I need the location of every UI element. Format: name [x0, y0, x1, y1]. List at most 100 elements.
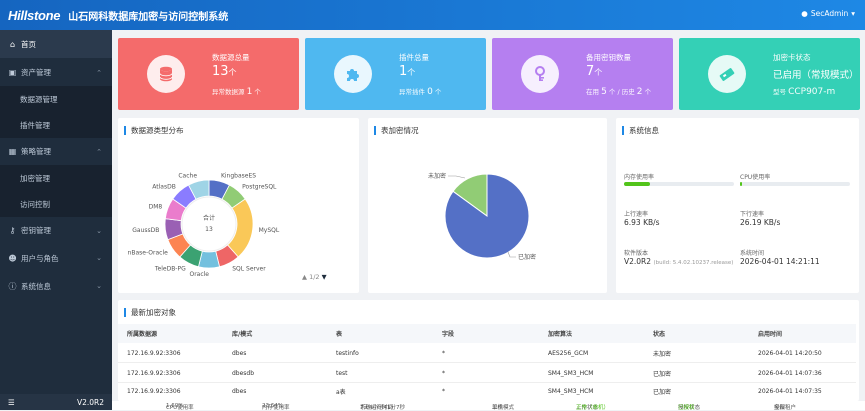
cpu-progress — [740, 182, 850, 186]
sidebar-item-label: 插件管理 — [20, 120, 50, 130]
puzzle-icon — [334, 55, 372, 93]
col-algorithm: 加密算法 — [548, 331, 573, 338]
sys-time-value: 2026-04-01 14:21:11 — [740, 257, 820, 266]
cell: 2026-04-01 14:20:50 — [758, 349, 822, 357]
ring-center-value: 13 — [205, 226, 213, 233]
mem-progress — [624, 182, 734, 186]
table-row[interactable]: 172.16.9.92:3306 dbes a表 * SM4_SM3_HCM 已… — [118, 384, 856, 399]
sidebar-item-keys[interactable]: ⚷ 密钥管理 ⌄ — [0, 217, 112, 244]
col-field: 字段 — [442, 331, 455, 338]
ring-label: nBase-Oracle — [128, 249, 169, 256]
home-icon: ⌂ — [9, 39, 16, 49]
card-value: 7个 — [586, 64, 603, 79]
ring-label: AtlasDB — [152, 184, 176, 191]
sidebar-item-label: 首页 — [21, 39, 36, 49]
up-rate-value: 6.93 KB/s — [624, 218, 660, 227]
user-menu[interactable]: ● SecAdmin ▾ — [801, 9, 855, 18]
encryption-pie-chart: 未加密已加密 — [428, 172, 536, 261]
pager-prev-icon[interactable]: ▲ — [302, 273, 307, 281]
mem-label: 内存使用率 — [624, 174, 655, 181]
ring-label: MySQL — [259, 227, 280, 234]
chevron-down-icon: ⌄ — [96, 226, 102, 235]
down-rate-value: 26.19 KB/s — [740, 218, 781, 227]
card-icon — [708, 55, 746, 93]
col-time: 启用时间 — [758, 331, 783, 338]
cell: * — [442, 349, 445, 357]
sidebar-item-assets[interactable]: ▣ 资产管理 ⌃ — [0, 59, 112, 86]
card-key-count[interactable]: 备用密钥数量 7个 在用 5 个 / 历史 2 个 — [492, 38, 673, 110]
sw-version-value: V2.0R2 (build: 5.4.02.10237.release) — [624, 257, 734, 266]
card-title: 数据源总量 — [212, 53, 250, 62]
sidebar-item-home[interactable]: ⌂ 首页 — [0, 30, 112, 58]
cell: dbesdb — [232, 369, 255, 377]
pager-text: 1/2 — [309, 273, 320, 281]
ring-center-label: 合计 — [203, 214, 215, 222]
table-header: 所属数据源 库/模式 表 字段 加密算法 状态 启用时间 — [118, 324, 856, 343]
sidebar-footer: ☰ V2.0R2 — [0, 394, 112, 410]
sidebar-item-sysinfo[interactable]: ⓘ 系统信息 ⌄ — [0, 272, 112, 300]
pie-label: 未加密 — [428, 172, 446, 180]
cell: 未加密 — [653, 350, 672, 358]
ring-label: TeleDB-PG — [154, 265, 186, 272]
cpu-label: CPU使用率 — [740, 174, 771, 181]
top-bar: Hillstone 山石网科数据库加密与访问控制系统 ● SecAdmin ▾ — [0, 0, 865, 30]
pager-next-icon[interactable]: ▼ — [322, 273, 327, 281]
menu-toggle-icon[interactable]: ☰ — [8, 398, 15, 407]
chevron-up-icon: ⌃ — [96, 68, 102, 77]
sidebar-item-label: 访问控制 — [20, 199, 50, 209]
card-sub: 在用 5 个 / 历史 2 个 — [586, 87, 652, 97]
sidebar-item-policy[interactable]: ▦ 策略管理 ⌃ — [0, 138, 112, 165]
hillstone-logo: Hillstone — [8, 7, 61, 23]
col-status: 状态 — [653, 331, 666, 338]
card-encryption-card[interactable]: 加密卡状态 已启用（常规模式） 型号 CCP907-m — [679, 38, 860, 110]
card-datasource-total[interactable]: 数据源总量 13个 异常数据源 1 个 — [118, 38, 299, 110]
col-table: 表 — [336, 331, 343, 338]
cell: 已加密 — [653, 370, 672, 378]
key-lock-icon — [521, 55, 559, 93]
table-row[interactable]: 172.16.9.92:3306 dbesdb test * SM4_SM3_H… — [118, 364, 856, 383]
sidebar-item-access-control[interactable]: 访问控制 — [0, 191, 112, 217]
cell: AES256_GCM — [548, 349, 589, 357]
mem-progress-fill — [624, 182, 651, 186]
users-icon: ☻ — [8, 253, 17, 263]
ring-label: GaussDB — [132, 227, 159, 234]
cell: 172.16.9.92:3306 — [127, 369, 181, 377]
database-icon — [147, 55, 185, 93]
sidebar: ⌂ 首页 ▣ 资产管理 ⌃ 数据源管理 插件管理 ▦ 策略管理 ⌃ 加密管理 访… — [0, 30, 112, 410]
cpu-progress-fill — [740, 182, 743, 186]
sidebar-item-plugins[interactable]: 插件管理 — [0, 112, 112, 138]
label-line — [507, 251, 516, 258]
ring-label: SQL Server — [232, 265, 266, 272]
card-sub: 异常数据源 1 个 — [212, 87, 261, 97]
user-icon: ● — [801, 9, 808, 18]
user-name: SecAdmin — [810, 9, 849, 18]
sidebar-item-encryption[interactable]: 加密管理 — [0, 165, 112, 191]
cell: 172.16.9.92:3306 — [127, 388, 181, 395]
cell: test — [336, 369, 348, 377]
cell: dbes — [232, 388, 247, 395]
chevron-down-icon: ⌄ — [96, 254, 102, 262]
card-value: 已启用（常规模式） — [773, 70, 859, 81]
sidebar-item-datasource[interactable]: 数据源管理 — [0, 86, 112, 112]
cell: testinfo — [336, 349, 359, 357]
sidebar-item-label: 资产管理 — [21, 68, 51, 77]
cell: a表 — [336, 389, 346, 396]
ring-label: DM8 — [149, 203, 163, 210]
cell: * — [442, 369, 445, 377]
sidebar-item-label: 加密管理 — [20, 173, 50, 183]
encryption-status-panel: 表加密情况 未加密 已加密 — [368, 118, 607, 293]
datasource-distribution-panel: 数据源类型分布 KingbaseES PostgreSQL MySQL SQL Ser… — [118, 118, 464, 293]
datasource-ring-chart: KingbaseES PostgreSQL MySQL SQL Server Oracl… — [128, 172, 280, 278]
chevron-down-icon: ▾ — [851, 9, 855, 18]
label-line — [448, 175, 466, 179]
ring-label: KingbaseES — [221, 172, 256, 179]
policy-icon: ▦ — [8, 147, 17, 156]
sidebar-item-label: 系统信息 — [21, 281, 51, 291]
sidebar-item-users[interactable]: ☻ 用户与角色 ⌄ — [0, 244, 112, 272]
table-row[interactable]: 172.16.9.92:3306 dbes testinfo * AES256_… — [118, 344, 856, 363]
recent-encrypted-panel: 最新加密对象 所属数据源 库/模式 表 字段 加密算法 状态 启用时间 172.… — [118, 300, 859, 401]
card-title: 加密卡状态 — [773, 53, 811, 62]
card-value: 1个 — [399, 64, 416, 79]
col-datasource: 所属数据源 — [127, 331, 158, 338]
card-plugin-total[interactable]: 插件总量 1个 异常插件 0 个 — [305, 38, 486, 110]
